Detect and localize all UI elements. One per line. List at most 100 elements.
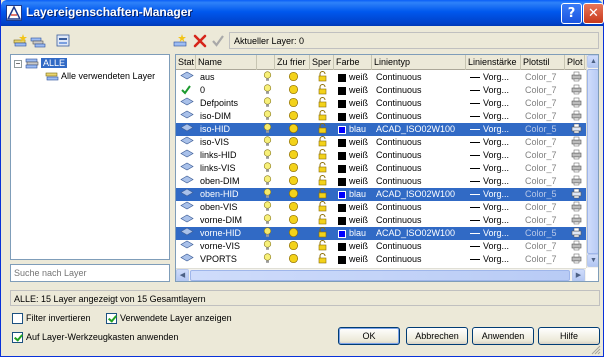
layer-row[interactable]: links-HID weiß Continuous Vorg... Color_7 [176, 149, 586, 162]
layer-linetype[interactable]: Continuous [374, 201, 466, 214]
col-linetype[interactable]: Linientyp [372, 55, 466, 70]
layer-linetype[interactable]: Continuous [374, 240, 466, 253]
on-off-bulb-icon[interactable] [261, 227, 275, 240]
freeze-sun-icon[interactable] [286, 84, 300, 97]
layer-linetype[interactable]: Continuous [374, 175, 466, 188]
layer-row[interactable]: oben-VIS weiß Continuous Vorg... Color_7 [176, 201, 586, 214]
freeze-sun-icon[interactable] [286, 162, 300, 175]
delete-layer-icon[interactable] [192, 33, 208, 49]
plot-printer-icon[interactable] [569, 149, 583, 162]
vertical-scroll-thumb[interactable] [587, 69, 598, 254]
layer-name[interactable]: oben-HID [198, 188, 257, 201]
layer-lineweight[interactable]: Vorg... [468, 201, 521, 214]
layer-color[interactable]: blau [336, 123, 372, 136]
on-off-bulb-icon[interactable] [261, 84, 275, 97]
layer-linetype[interactable]: Continuous [374, 149, 466, 162]
col-color[interactable]: Farbe [334, 55, 372, 70]
on-off-bulb-icon[interactable] [261, 110, 275, 123]
col-plot[interactable]: Plot [565, 55, 585, 70]
lock-icon[interactable] [315, 149, 329, 162]
col-status[interactable]: Stat [176, 55, 196, 70]
lock-icon[interactable] [315, 188, 329, 201]
layer-color[interactable]: weiß [336, 97, 372, 110]
lock-icon[interactable] [315, 227, 329, 240]
freeze-sun-icon[interactable] [286, 240, 300, 253]
layer-color[interactable]: weiß [336, 162, 372, 175]
layer-name[interactable]: 0 [198, 84, 257, 97]
layer-name[interactable]: oben-DIM [198, 175, 257, 188]
layer-name[interactable]: vorne-VIS [198, 240, 257, 253]
invert-filter-label[interactable]: Filter invertieren [26, 313, 91, 323]
layer-name[interactable]: oben-VIS [198, 201, 257, 214]
col-on[interactable] [257, 55, 275, 70]
ok-button[interactable]: OK [338, 327, 400, 345]
new-group-filter-icon[interactable] [30, 33, 46, 49]
layer-name[interactable]: iso-DIM [198, 110, 257, 123]
resize-grip-icon[interactable] [591, 345, 601, 355]
layer-row[interactable]: Defpoints weiß Continuous Vorg... Color_7 [176, 97, 586, 110]
layer-row[interactable]: vorne-VIS weiß Continuous Vorg... Color_7 [176, 240, 586, 253]
layer-linetype[interactable]: ACAD_ISO02W100 [374, 123, 466, 136]
layer-name[interactable]: aus [198, 71, 257, 84]
layer-color[interactable]: weiß [336, 240, 372, 253]
col-freeze[interactable]: Zu frier [275, 55, 310, 70]
layer-color[interactable]: weiß [336, 71, 372, 84]
apply-button[interactable]: Anwenden [472, 327, 534, 345]
layer-color[interactable]: weiß [336, 175, 372, 188]
lock-icon[interactable] [315, 136, 329, 149]
tree-root-label[interactable]: ALLE [41, 58, 68, 69]
plot-printer-icon[interactable] [569, 240, 583, 253]
layer-row[interactable]: iso-HID blau ACAD_ISO02W100 Vorg... Color_5 [176, 123, 586, 136]
layer-row[interactable]: 0 weiß Continuous Vorg... Color_7 [176, 84, 586, 97]
freeze-sun-icon[interactable] [286, 227, 300, 240]
layer-row[interactable]: vorne-DIM weiß Continuous Vorg... Color_7 [176, 214, 586, 227]
lock-icon[interactable] [315, 110, 329, 123]
layer-linetype[interactable]: Continuous [374, 162, 466, 175]
on-off-bulb-icon[interactable] [261, 175, 275, 188]
layer-lineweight[interactable]: Vorg... [468, 162, 521, 175]
show-used-layers-checkbox[interactable] [106, 313, 117, 324]
layer-row[interactable]: VPORTS weiß Continuous Vorg... Color_7 [176, 253, 586, 266]
plot-printer-icon[interactable] [569, 201, 583, 214]
scroll-left-arrow[interactable]: ◀ [176, 269, 189, 281]
tree-child-label[interactable]: Alle verwendeten Layer [61, 71, 155, 81]
freeze-sun-icon[interactable] [286, 136, 300, 149]
plot-printer-icon[interactable] [569, 97, 583, 110]
horizontal-scroll-thumb[interactable] [190, 270, 570, 281]
layer-name[interactable]: vorne-DIM [198, 214, 257, 227]
layer-linetype[interactable]: Continuous [374, 214, 466, 227]
close-button[interactable]: ✕ [583, 3, 604, 24]
lock-icon[interactable] [315, 214, 329, 227]
layer-row[interactable]: iso-DIM weiß Continuous Vorg... Color_7 [176, 110, 586, 123]
layer-color[interactable]: blau [336, 227, 372, 240]
layer-name[interactable]: vorne-HID [198, 227, 257, 240]
layer-color[interactable]: weiß [336, 84, 372, 97]
new-layer-icon[interactable] [173, 33, 189, 49]
plot-printer-icon[interactable] [569, 136, 583, 149]
help-button[interactable]: Hilfe [538, 327, 600, 345]
layer-states-manager-icon[interactable] [55, 33, 71, 49]
layer-lineweight[interactable]: Vorg... [468, 84, 521, 97]
layer-name[interactable]: links-HID [198, 149, 257, 162]
collapse-icon[interactable]: − [14, 60, 22, 68]
scroll-right-arrow[interactable]: ▶ [572, 269, 585, 281]
plot-printer-icon[interactable] [569, 84, 583, 97]
plot-printer-icon[interactable] [569, 110, 583, 123]
on-off-bulb-icon[interactable] [261, 214, 275, 227]
freeze-sun-icon[interactable] [286, 123, 300, 136]
freeze-sun-icon[interactable] [286, 149, 300, 162]
layer-linetype[interactable]: Continuous [374, 136, 466, 149]
layer-lineweight[interactable]: Vorg... [468, 71, 521, 84]
plot-printer-icon[interactable] [569, 253, 583, 266]
on-off-bulb-icon[interactable] [261, 240, 275, 253]
layer-lineweight[interactable]: Vorg... [468, 240, 521, 253]
show-used-layers-label[interactable]: Verwendete Layer anzeigen [120, 313, 232, 323]
layer-linetype[interactable]: Continuous [374, 71, 466, 84]
layer-lineweight[interactable]: Vorg... [468, 188, 521, 201]
tree-root-row[interactable]: − ALLE [14, 58, 68, 70]
plot-printer-icon[interactable] [569, 123, 583, 136]
layer-linetype[interactable]: Continuous [374, 253, 466, 266]
col-name[interactable]: Name [196, 55, 257, 70]
col-lineweight[interactable]: Linienstärke [466, 55, 521, 70]
lock-icon[interactable] [315, 71, 329, 84]
